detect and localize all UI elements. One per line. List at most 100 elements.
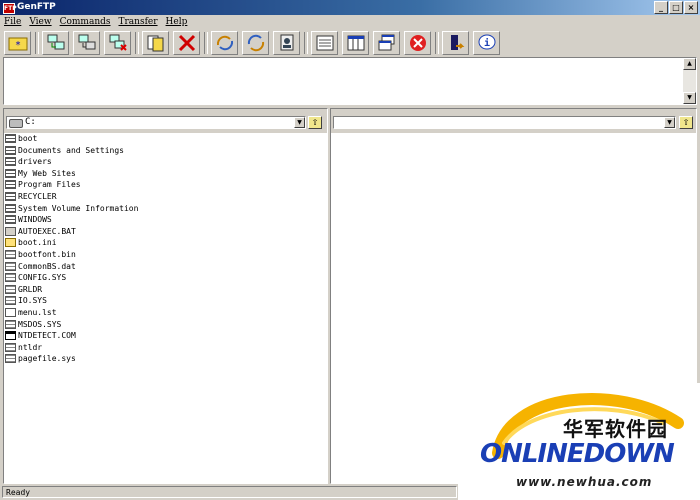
- list-item[interactable]: RECYCLER: [4, 191, 327, 203]
- folder-icon: [5, 157, 16, 167]
- list-item[interactable]: NTDETECT.COM: [4, 330, 327, 342]
- log-button[interactable]: [311, 31, 338, 55]
- sync-button[interactable]: [242, 31, 269, 55]
- list-item[interactable]: MSDOS.SYS: [4, 319, 327, 331]
- sync-icon: [247, 34, 264, 52]
- view-button[interactable]: [342, 31, 369, 55]
- list-item[interactable]: Documents and Settings: [4, 145, 327, 157]
- delete-connection-button[interactable]: [104, 31, 131, 55]
- local-path-combo[interactable]: C: ▼: [6, 116, 306, 129]
- file-name: GRLDR: [18, 284, 43, 294]
- window-button[interactable]: [373, 31, 400, 55]
- log-area[interactable]: ▲ ▼: [3, 57, 697, 105]
- file-icon: [5, 331, 16, 341]
- file-name: bootfont.bin: [18, 249, 76, 259]
- local-path: C:: [25, 117, 36, 127]
- list-item[interactable]: drivers: [4, 156, 327, 168]
- file-icon: [5, 261, 16, 271]
- folder-icon: [5, 215, 16, 225]
- scroll-up-button[interactable]: ▲: [683, 58, 696, 70]
- watermark-url: www.newhua.com: [516, 475, 653, 489]
- stop-button[interactable]: [404, 31, 431, 55]
- file-name: IO.SYS: [18, 296, 47, 306]
- list-item[interactable]: pagefile.sys: [4, 353, 327, 365]
- local-pane: C: ▼ ⇧ boot Documents and Settings drivers…: [3, 108, 328, 484]
- close-button[interactable]: ×: [684, 1, 698, 14]
- folder-icon: [5, 134, 16, 143]
- drive-icon: [9, 119, 23, 128]
- folder-icon: [5, 180, 16, 190]
- file-name: ntldr: [18, 342, 43, 352]
- file-name: NTDETECT.COM: [18, 331, 76, 341]
- list-item[interactable]: bootfont.bin: [4, 249, 327, 261]
- list-item[interactable]: CommonBS.dat: [4, 261, 327, 273]
- file-name: Program Files: [18, 180, 81, 190]
- list-item[interactable]: menu.lst: [4, 307, 327, 319]
- new-session-button[interactable]: *: [4, 31, 31, 55]
- app-icon: FTP: [3, 3, 17, 14]
- scroll-down-button[interactable]: ▼: [683, 92, 696, 104]
- connect-icon: [47, 34, 64, 50]
- window-title: GenFTP: [17, 2, 56, 12]
- log-icon: [316, 35, 333, 51]
- disconnect-button[interactable]: [73, 31, 100, 55]
- file-name: RECYCLER: [18, 191, 57, 201]
- exit-icon: [450, 35, 464, 50]
- menu-help[interactable]: Help: [162, 15, 192, 29]
- menu-bar: File View Commands Transfer Help: [0, 15, 700, 29]
- delete-icon: [178, 34, 195, 52]
- minimize-button[interactable]: _: [654, 1, 668, 14]
- file-name: menu.lst: [18, 307, 57, 317]
- up-folder-icon: ⇧: [682, 118, 690, 127]
- svg-text:*: *: [14, 40, 20, 51]
- connect-button[interactable]: [42, 31, 69, 55]
- chevron-down-icon[interactable]: ▼: [664, 117, 675, 128]
- chevron-down-icon[interactable]: ▼: [294, 117, 305, 128]
- file-name: System Volume Information: [18, 203, 139, 213]
- file-name: Documents and Settings: [18, 145, 124, 155]
- help-button[interactable]: i: [473, 31, 500, 55]
- toolbar: * i: [4, 30, 504, 56]
- delete-button[interactable]: [173, 31, 200, 55]
- help-icon: i: [478, 34, 495, 50]
- title-bar[interactable]: FTP GenFTP _ □ ×: [0, 0, 700, 15]
- local-up-folder-button[interactable]: ⇧: [308, 116, 322, 129]
- remote-up-folder-button[interactable]: ⇧: [679, 116, 693, 129]
- svg-text:i: i: [483, 37, 489, 49]
- file-name: WINDOWS: [18, 215, 52, 225]
- list-item[interactable]: IO.SYS: [4, 295, 327, 307]
- list-item[interactable]: Program Files: [4, 179, 327, 191]
- copy-button[interactable]: [142, 31, 169, 55]
- watermark-cn: 华军软件园: [563, 417, 668, 441]
- view-icon: [347, 35, 364, 51]
- refresh-button[interactable]: [211, 31, 238, 55]
- menu-view[interactable]: View: [25, 15, 55, 29]
- file-icon: [5, 238, 16, 248]
- watermark-en: ONLINEDOWN: [480, 439, 675, 469]
- menu-commands[interactable]: Commands: [56, 15, 115, 29]
- exit-button[interactable]: [442, 31, 469, 55]
- maximize-button[interactable]: □: [669, 1, 683, 14]
- list-item[interactable]: System Volume Information: [4, 203, 327, 215]
- remote-path-combo[interactable]: ▼: [333, 116, 676, 129]
- list-item[interactable]: CONFIG.SYS: [4, 272, 327, 284]
- properties-icon: [280, 34, 293, 51]
- list-item[interactable]: GRLDR: [4, 284, 327, 296]
- log-scrollbar[interactable]: ▲ ▼: [683, 58, 696, 104]
- disconnect-icon: [78, 34, 95, 50]
- file-name: AUTOEXEC.BAT: [18, 226, 76, 236]
- menu-file[interactable]: File: [0, 15, 25, 29]
- local-file-list: boot Documents and Settings drivers My Web …: [4, 133, 327, 365]
- file-name: boot: [18, 134, 38, 143]
- properties-button[interactable]: [273, 31, 300, 55]
- delete-connection-icon: [109, 34, 127, 51]
- list-item[interactable]: AUTOEXEC.BAT: [4, 226, 327, 238]
- list-item[interactable]: WINDOWS: [4, 214, 327, 226]
- stop-icon: [409, 35, 426, 51]
- list-item[interactable]: boot.ini: [4, 237, 327, 249]
- list-item[interactable]: ntldr: [4, 342, 327, 354]
- list-item[interactable]: boot: [4, 133, 327, 145]
- list-item[interactable]: My Web Sites: [4, 168, 327, 180]
- file-icon: [5, 307, 16, 317]
- menu-transfer[interactable]: Transfer: [115, 15, 162, 29]
